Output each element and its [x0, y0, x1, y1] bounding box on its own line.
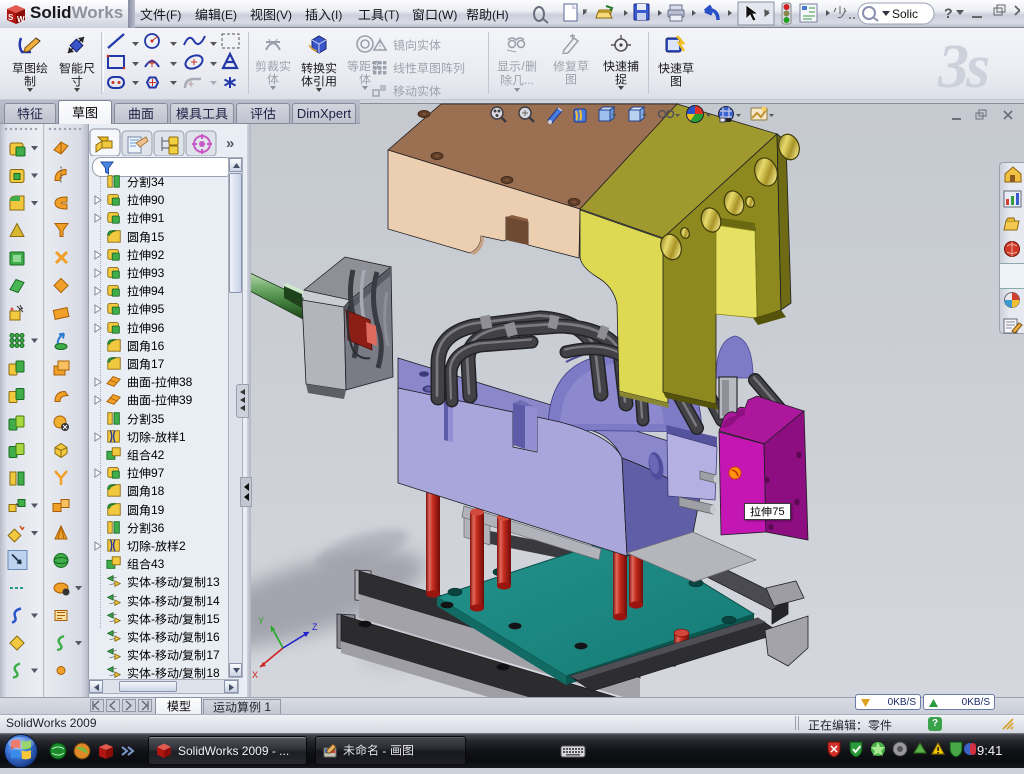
- svg-text:Solic: Solic: [892, 7, 918, 21]
- svg-text:W: W: [17, 15, 25, 24]
- svg-text:S: S: [8, 13, 14, 22]
- svg-text:Y: Y: [258, 616, 264, 626]
- svg-text:?: ?: [944, 5, 953, 21]
- svg-text:Z: Z: [312, 622, 318, 632]
- svg-text:X: X: [252, 670, 258, 680]
- svg-text:»: »: [226, 135, 234, 152]
